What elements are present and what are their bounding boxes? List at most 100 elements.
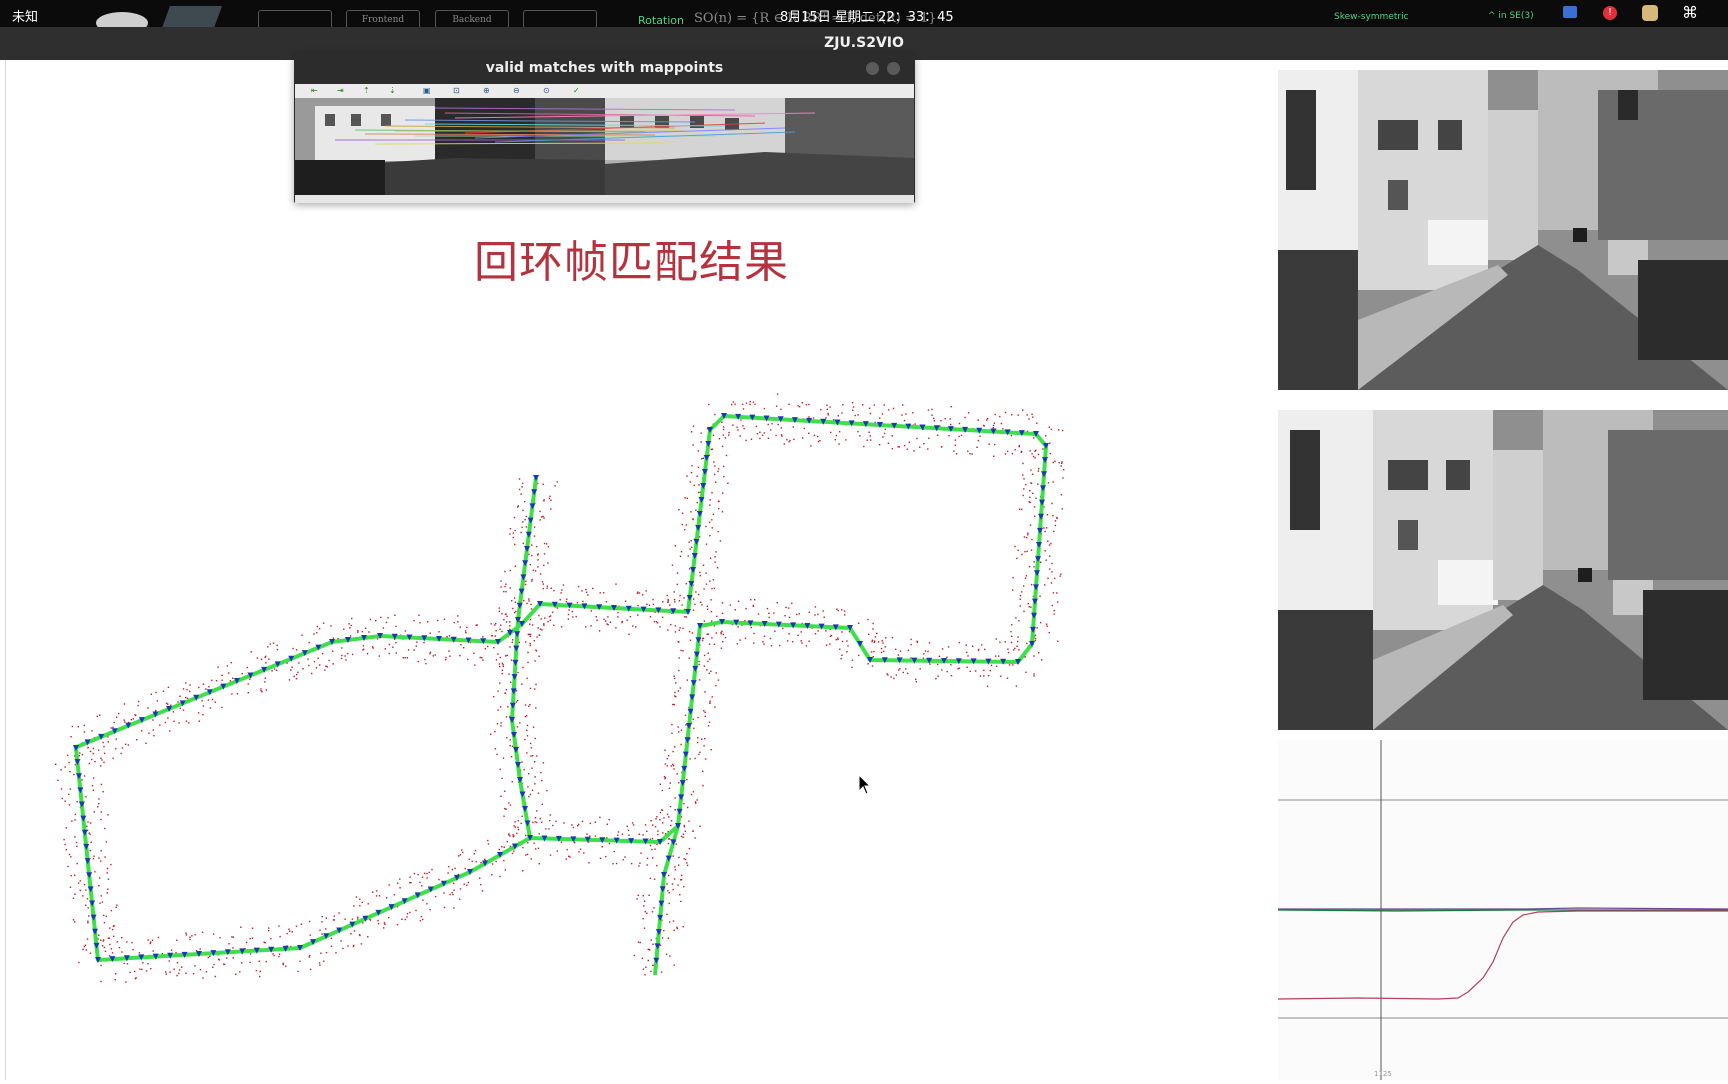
save-icon[interactable]: ▣ [423,86,431,95]
map-point [690,511,692,513]
arrow-up-icon[interactable]: ⇡ [363,86,370,95]
arrow-right-icon[interactable]: ⇥ [337,86,344,95]
zoom-reset-icon[interactable]: ⊙ [543,86,550,95]
series-2-line [1277,910,1728,1000]
map-point [74,921,76,923]
map-point [684,830,687,832]
datetime[interactable]: 8月15日 星期二 22：33：45 [780,6,954,25]
map-point [643,900,646,902]
app-label[interactable]: 未知 [12,6,38,25]
map-point [938,655,941,657]
map-point [697,716,699,719]
tab-frontend[interactable]: Frontend [346,10,420,27]
arrow-down-icon[interactable]: ⇣ [389,86,396,95]
map-point [650,939,652,941]
map-point [1043,527,1045,529]
close-button[interactable] [887,62,900,75]
arrow-left-icon[interactable]: ⇤ [311,86,318,95]
map-point [829,643,831,645]
map-point [883,404,885,406]
matches-window-title[interactable]: valid matches with mappoints [294,53,915,83]
map-point [422,899,424,901]
map-point [501,612,503,615]
map-point [539,510,541,513]
map-point [689,481,692,483]
map-point [426,872,428,875]
map-point [713,643,716,645]
zoom-fit-icon[interactable]: ⊡ [453,86,460,95]
minimize-button[interactable] [866,62,879,75]
map-point [1030,606,1032,608]
map-point [674,866,676,868]
map-point [103,752,106,755]
map-point [717,500,720,502]
trajectory-map[interactable] [0,60,1278,1080]
map-point [308,920,311,923]
map-point [87,920,89,922]
map-point [129,971,131,974]
map-point [702,770,704,772]
map-point [913,450,915,452]
cat-icon[interactable] [1642,5,1658,21]
map-point [874,636,877,638]
map-point [64,843,66,846]
map-point [652,824,654,826]
map-point [268,927,270,929]
map-point [347,652,349,655]
command-icon[interactable]: ⌘ [1682,3,1698,22]
map-point [1045,559,1047,561]
map-point [107,878,110,880]
map-point [766,607,769,610]
map-point [730,403,733,406]
map-point [525,526,528,528]
map-point [500,725,502,727]
map-point [85,889,87,891]
tab-4[interactable] [523,10,597,27]
map-point [498,610,501,612]
map-point [606,823,608,825]
map-point [541,803,543,805]
map-point [686,864,689,867]
map-point [722,428,725,431]
map-point [535,545,538,548]
overlay-caption: 回环帧匹配结果 [474,237,789,288]
map-point [505,655,507,657]
tab-backend[interactable]: Backend [435,10,509,27]
map-point [697,737,699,739]
map-point [617,611,619,614]
camera-icon[interactable] [1563,6,1577,18]
map-point [517,699,519,702]
tab-1[interactable] [258,10,332,27]
map-point [527,651,529,654]
map-point [106,867,109,870]
map-point [100,980,102,983]
signal-plot[interactable]: 1125 [1277,740,1728,1080]
zoom-in-icon[interactable]: ⊕ [483,86,490,95]
map-point [132,948,134,951]
map-point [265,689,267,691]
map-point [601,846,603,848]
map-point [979,675,982,677]
matches-window[interactable]: valid matches with mappoints ⇤ ⇥ ⇡ ⇣ ▣ ⊡… [294,53,915,203]
alert-icon[interactable]: ! [1603,6,1617,20]
zoom-out-icon[interactable]: ⊖ [513,86,520,95]
check-icon[interactable]: ✓ [573,86,580,95]
map-point [1017,640,1019,643]
map-point [745,402,748,404]
map-point [691,546,693,548]
map-point [240,926,242,928]
map-point [684,616,686,618]
map-point [60,769,62,771]
map-point [547,546,550,548]
map-point [525,854,527,856]
map-point [1049,452,1051,455]
map-point [841,654,843,656]
map-point [1017,414,1019,416]
map-point [301,634,303,636]
map-point [541,780,543,782]
map-point [319,964,321,966]
map-point [927,409,930,411]
map-point [459,854,462,856]
map-point [517,828,520,831]
map-point [395,652,397,654]
